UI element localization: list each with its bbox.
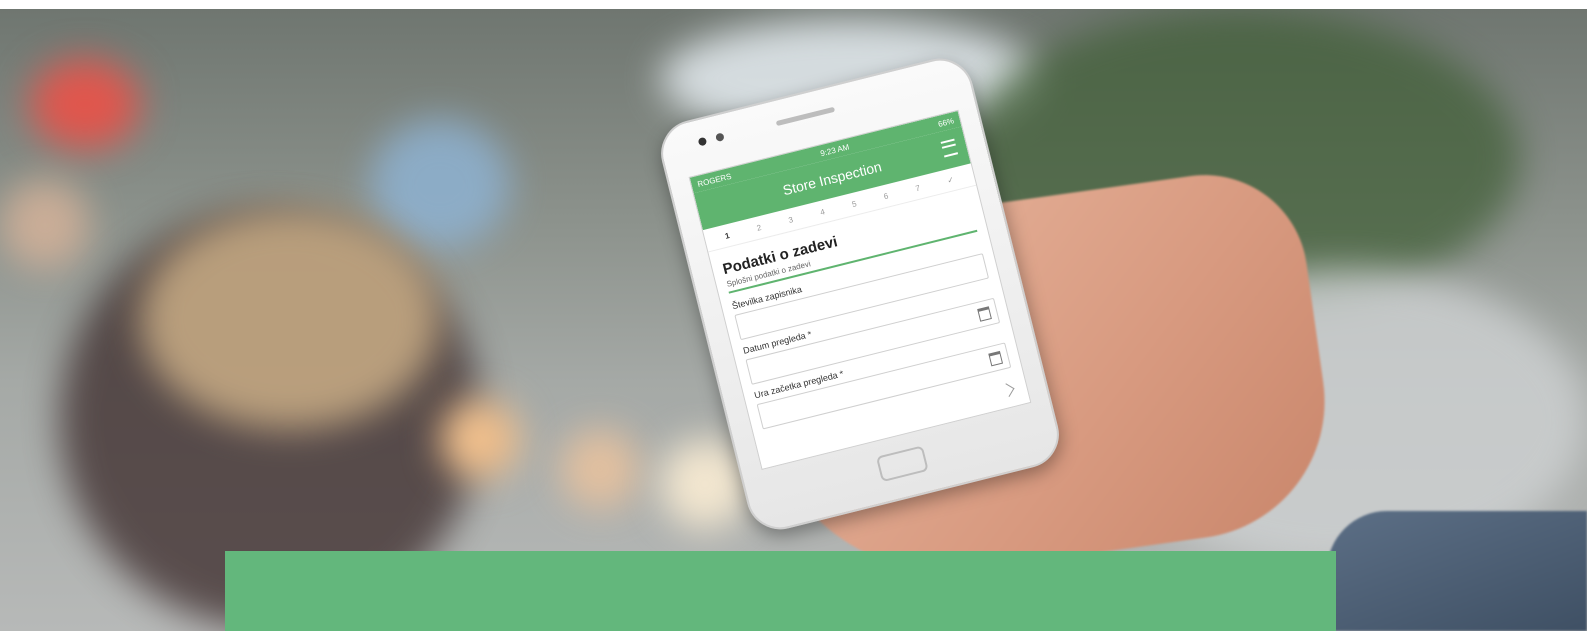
bokeh-blue-sign — [370, 119, 510, 249]
step-done[interactable]: ✓ — [946, 175, 955, 185]
green-banner — [225, 551, 1336, 631]
bokeh-light-1 — [0, 179, 90, 269]
calendar-icon[interactable] — [977, 306, 992, 322]
bokeh-red — [30, 59, 140, 149]
step-6[interactable]: 6 — [883, 191, 889, 201]
step-7[interactable]: 7 — [914, 183, 920, 193]
bokeh-orange-1 — [440, 399, 520, 479]
step-5[interactable]: 5 — [851, 199, 857, 209]
background-photo: ROGERS 9:23 AM 66% Store Inspection 1 2 … — [0, 9, 1587, 631]
person-hair — [140, 209, 440, 429]
menu-icon[interactable] — [940, 138, 959, 158]
step-1[interactable]: 1 — [724, 230, 730, 240]
sleeve — [1327, 511, 1587, 631]
step-4[interactable]: 4 — [819, 207, 825, 217]
next-icon[interactable] — [1000, 383, 1015, 397]
step-3[interactable]: 3 — [787, 215, 793, 225]
calendar-icon[interactable] — [988, 350, 1004, 367]
status-battery: 66% — [937, 115, 955, 129]
step-2[interactable]: 2 — [756, 223, 762, 233]
bokeh-orange-2 — [560, 429, 640, 509]
